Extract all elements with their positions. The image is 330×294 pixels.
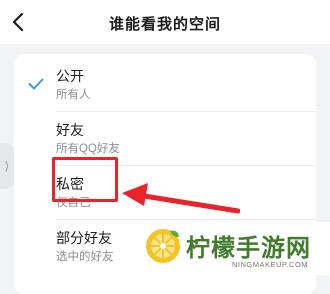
side-drawer-handle[interactable]: ⟩	[0, 143, 14, 189]
lemon-logo-icon	[146, 229, 180, 263]
option-description: 所有QQ好友	[56, 143, 120, 155]
page-title: 谁能看我的空间	[108, 16, 221, 33]
option-public[interactable]: 公开 所有人	[14, 58, 316, 112]
annotation-arrow-icon	[122, 183, 240, 214]
watermark-text: 柠檬手游网	[186, 235, 311, 262]
checkmark-icon	[28, 78, 44, 90]
option-label: 部分好友	[56, 230, 112, 246]
option-label: 好友	[56, 122, 84, 138]
option-description: 选中的好友	[56, 251, 114, 263]
option-description: 所有人	[56, 89, 91, 101]
chevron-right-icon: ⟩	[4, 159, 10, 173]
nav-header: 谁能看我的空间	[0, 0, 330, 44]
watermark-url: NINGMAKEUP.COM	[232, 260, 309, 269]
watermark: 柠檬手游网 NINGMAKEUP.COM	[138, 222, 330, 275]
annotation-highlight-box	[52, 157, 118, 202]
option-label: 公开	[56, 68, 84, 84]
